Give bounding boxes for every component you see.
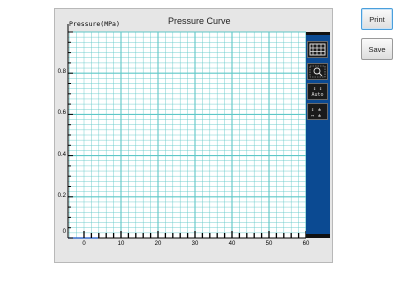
x-tick-label: 10	[117, 241, 125, 247]
y-tick-label: 0.2	[57, 192, 66, 199]
y-tick-label: 0	[62, 229, 66, 235]
toolstrip-base	[306, 234, 330, 238]
x-tick-label: 0	[82, 241, 86, 247]
scale-button[interactable]: ↕ ± ↔ ±	[307, 103, 328, 120]
y-tick-label: 0.8	[57, 69, 66, 76]
print-button[interactable]: Print	[361, 8, 393, 30]
y-tick-label: 0.6	[57, 110, 66, 117]
chart-toolstrip: ↕ ↕ Auto ↕ ± ↔ ±	[306, 32, 330, 238]
svg-text:±: ±	[318, 113, 321, 119]
save-button[interactable]: Save	[361, 38, 393, 60]
zoom-icon	[309, 65, 326, 78]
x-tick-label: 50	[265, 241, 273, 247]
grid-icon	[309, 43, 326, 56]
scale-icon: ↕ ± ↔ ±	[311, 107, 321, 119]
grid-toggle-button[interactable]	[307, 41, 328, 58]
x-tick-label: 60	[302, 241, 310, 247]
chart-title: Pressure Curve	[168, 16, 231, 26]
x-tick-label: 20	[154, 241, 162, 247]
auto-label: Auto	[311, 92, 324, 98]
x-tick-label: 30	[191, 241, 199, 247]
zoom-button[interactable]	[307, 63, 328, 80]
auto-arrows-icon: ↕ ↕	[312, 86, 323, 92]
y-tick-label: 0.4	[57, 151, 66, 158]
svg-text:↔: ↔	[311, 113, 314, 119]
auto-scale-button[interactable]: ↕ ↕ Auto	[307, 83, 328, 100]
x-tick-label: 40	[228, 241, 236, 247]
y-axis-label: Pressure(MPa)	[69, 20, 120, 28]
